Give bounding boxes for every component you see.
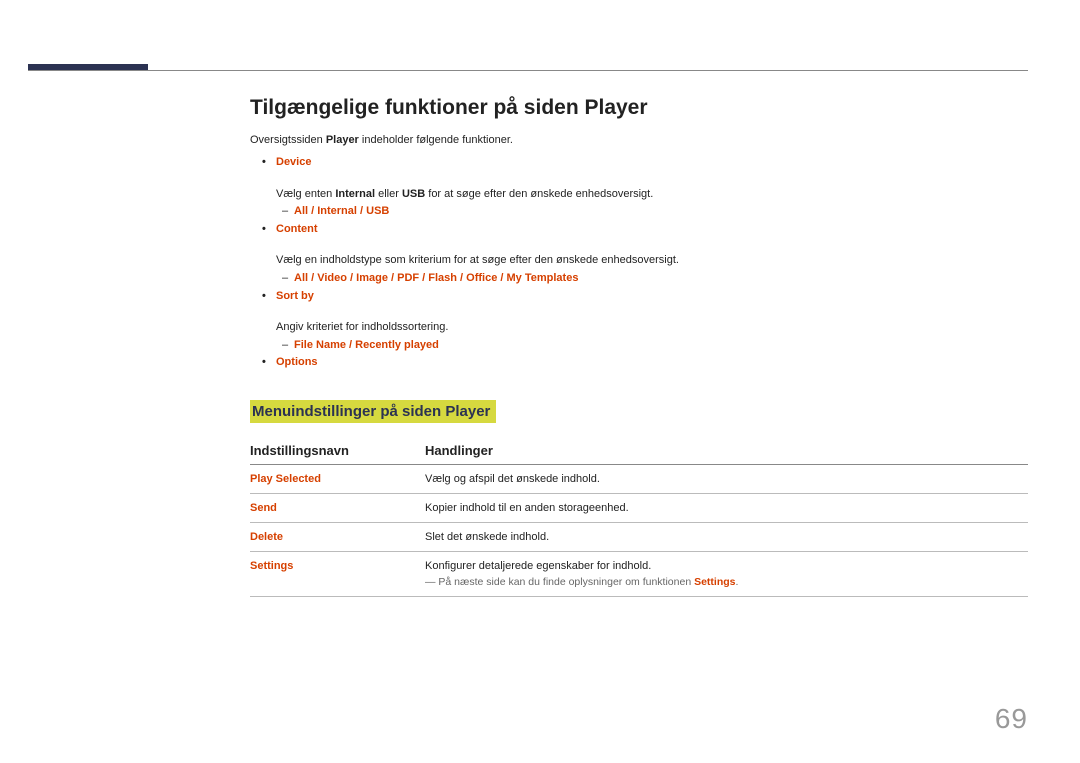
options-label: Options: [276, 356, 318, 368]
page-heading: Tilgængelige funktioner på siden Player: [250, 96, 1028, 120]
device-label: Device: [276, 156, 311, 168]
table-row: Play Selected Vælg og afspil det ønskede…: [250, 464, 1028, 493]
col-name: Indstillingsnavn: [250, 437, 425, 465]
col-action: Handlinger: [425, 437, 1028, 465]
intro-prefix: Oversigtssiden: [250, 134, 326, 146]
row-action: Vælg og afspil det ønskede indhold.: [425, 464, 1028, 493]
row-action: Slet det ønskede indhold.: [425, 522, 1028, 551]
item-sortby: Sort by: [250, 288, 1028, 306]
intro-suffix: indeholder følgende funktioner.: [359, 134, 513, 146]
device-sub: All / Internal / USB: [250, 203, 1028, 221]
table-row: Delete Slet det ønskede indhold.: [250, 522, 1028, 551]
device-desc-b2: USB: [402, 188, 425, 200]
row-action: Konfigurer detaljerede egenskaber for in…: [425, 551, 1028, 596]
content-label: Content: [276, 223, 318, 235]
settings-table: Indstillingsnavn Handlinger Play Selecte…: [250, 437, 1028, 597]
subheading: Menuindstillinger på siden Player: [250, 400, 496, 423]
row-name: Delete: [250, 522, 425, 551]
row-action: Kopier indhold til en anden storageenhed…: [425, 493, 1028, 522]
feature-list-3: Sort by: [250, 288, 1028, 306]
row-action-text: Konfigurer detaljerede egenskaber for in…: [425, 560, 1024, 572]
item-device: Device: [250, 154, 1028, 172]
content-sub-text: All / Video / Image / PDF / Flash / Offi…: [294, 272, 578, 284]
device-desc-post: for at søge efter den ønskede enhedsover…: [425, 188, 653, 200]
device-desc-pre: Vælg enten: [276, 188, 335, 200]
content-sub: All / Video / Image / PDF / Flash / Offi…: [250, 270, 1028, 288]
item-options: Options: [250, 354, 1028, 372]
content-desc: Vælg en indholdstype som kriterium for a…: [250, 252, 1028, 270]
table-row: Send Kopier indhold til en anden storage…: [250, 493, 1028, 522]
row-name: Settings: [250, 551, 425, 596]
device-sub-text: All / Internal / USB: [294, 205, 389, 217]
sortby-sub: File Name / Recently played: [250, 337, 1028, 355]
settings-note: ― På næste side kan du finde oplysninger…: [425, 572, 1024, 588]
note-suffix: .: [736, 576, 739, 588]
device-desc-b1: Internal: [335, 188, 375, 200]
note-prefix: ― På næste side kan du finde oplysninger…: [425, 576, 694, 588]
table-row: Settings Konfigurer detaljerede egenskab…: [250, 551, 1028, 596]
row-name: Play Selected: [250, 464, 425, 493]
intro-text: Oversigtssiden Player indeholder følgend…: [250, 134, 1028, 146]
device-desc-mid: eller: [375, 188, 402, 200]
note-bold: Settings: [694, 576, 735, 588]
sortby-label: Sort by: [276, 290, 314, 302]
feature-list: Device: [250, 154, 1028, 172]
feature-list-4: Options: [250, 354, 1028, 372]
page-number: 69: [995, 703, 1028, 735]
item-content: Content: [250, 221, 1028, 239]
feature-list-2: Content: [250, 221, 1028, 239]
header-rule: [28, 70, 1028, 71]
intro-bold: Player: [326, 134, 359, 146]
row-name: Send: [250, 493, 425, 522]
device-desc: Vælg enten Internal eller USB for at søg…: [250, 186, 1028, 204]
sortby-desc: Angiv kriteriet for indholdssortering.: [250, 319, 1028, 337]
sortby-sub-text: File Name / Recently played: [294, 339, 439, 351]
main-content: Tilgængelige funktioner på siden Player …: [250, 96, 1028, 597]
